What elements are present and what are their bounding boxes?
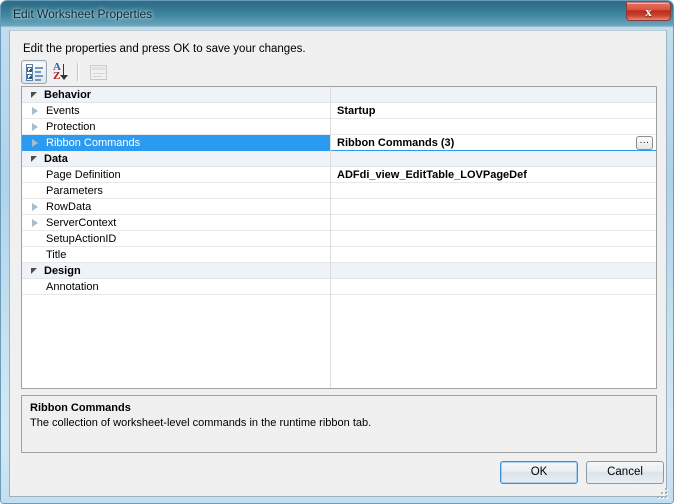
- grid-property-row[interactable]: SetupActionID: [22, 231, 656, 247]
- description-text: The collection of worksheet-level comman…: [30, 417, 372, 429]
- collapse-chevron-icon[interactable]: [31, 267, 40, 276]
- categorized-view-button[interactable]: [21, 60, 47, 84]
- close-button[interactable]: x: [626, 2, 671, 21]
- resize-grip[interactable]: [657, 488, 669, 500]
- row-name: Protection: [46, 121, 96, 133]
- row-value[interactable]: Startup: [337, 104, 376, 118]
- expand-chevron-icon[interactable]: [31, 107, 40, 116]
- row-name: Annotation: [46, 281, 99, 293]
- cancel-button[interactable]: Cancel: [586, 461, 664, 484]
- expand-chevron-icon[interactable]: [31, 219, 40, 228]
- title-bar[interactable]: Edit Worksheet Properties x: [1, 1, 673, 29]
- description-title: Ribbon Commands: [30, 402, 131, 414]
- expand-chevron-icon[interactable]: [31, 139, 40, 148]
- dialog-client-area: Edit the properties and press OK to save…: [9, 30, 667, 497]
- row-name: Ribbon Commands: [46, 137, 141, 149]
- categorized-view-icon: [26, 64, 43, 81]
- row-name: Behavior: [44, 89, 92, 101]
- grid-property-row[interactable]: Parameters: [22, 183, 656, 199]
- expand-chevron-icon[interactable]: [31, 203, 40, 212]
- grid-property-row-selected[interactable]: Ribbon Commands Ribbon Commands (3) ...: [22, 135, 656, 151]
- description-pane: Ribbon Commands The collection of worksh…: [21, 395, 657, 453]
- row-name: ServerContext: [46, 217, 117, 229]
- grid-property-row[interactable]: Page Definition ADFdi_view_EditTable_LOV…: [22, 167, 656, 183]
- grid-property-row[interactable]: ServerContext: [22, 215, 656, 231]
- toolbar-separator: [77, 63, 79, 81]
- alphabetical-sort-icon: A Z: [53, 62, 73, 82]
- collapse-chevron-icon[interactable]: [31, 91, 40, 100]
- row-value[interactable]: Ribbon Commands (3): [337, 136, 454, 150]
- expand-chevron-icon[interactable]: [31, 123, 40, 132]
- alphabetical-sort-button[interactable]: A Z: [49, 60, 75, 84]
- window-title: Edit Worksheet Properties: [13, 7, 153, 21]
- property-grid-rows: Behavior Events Startup Protection Ribbo…: [22, 87, 656, 295]
- grid-property-row[interactable]: Title: [22, 247, 656, 263]
- row-name: Page Definition: [46, 169, 121, 181]
- grid-category-row[interactable]: Data: [22, 151, 656, 167]
- grid-column-splitter[interactable]: [330, 87, 331, 388]
- grid-category-row[interactable]: Design: [22, 263, 656, 279]
- row-name: Data: [44, 153, 68, 165]
- ok-button[interactable]: OK: [500, 461, 578, 484]
- row-name: Title: [46, 249, 67, 261]
- instruction-text: Edit the properties and press OK to save…: [23, 43, 306, 55]
- row-name: Design: [44, 265, 81, 277]
- property-pages-icon: [90, 65, 107, 80]
- row-value[interactable]: ADFdi_view_EditTable_LOVPageDef: [337, 168, 527, 182]
- property-grid-toolbar: A Z: [21, 60, 657, 86]
- grid-property-row[interactable]: Annotation: [22, 279, 656, 295]
- row-name: RowData: [46, 201, 92, 213]
- grid-property-row[interactable]: RowData: [22, 199, 656, 215]
- grid-category-row[interactable]: Behavior: [22, 87, 656, 103]
- grid-property-row[interactable]: Protection: [22, 119, 656, 135]
- close-icon: x: [645, 4, 652, 19]
- dialog-window: Edit Worksheet Properties x Edit the pro…: [0, 0, 674, 504]
- grid-property-row[interactable]: Events Startup: [22, 103, 656, 119]
- property-pages-button[interactable]: [85, 60, 111, 84]
- row-name: Parameters: [46, 185, 103, 197]
- row-name: SetupActionID: [46, 233, 117, 245]
- row-name: Events: [46, 105, 80, 117]
- ellipsis-button[interactable]: ...: [636, 136, 653, 150]
- property-grid[interactable]: Behavior Events Startup Protection Ribbo…: [21, 86, 657, 389]
- collapse-chevron-icon[interactable]: [31, 155, 40, 164]
